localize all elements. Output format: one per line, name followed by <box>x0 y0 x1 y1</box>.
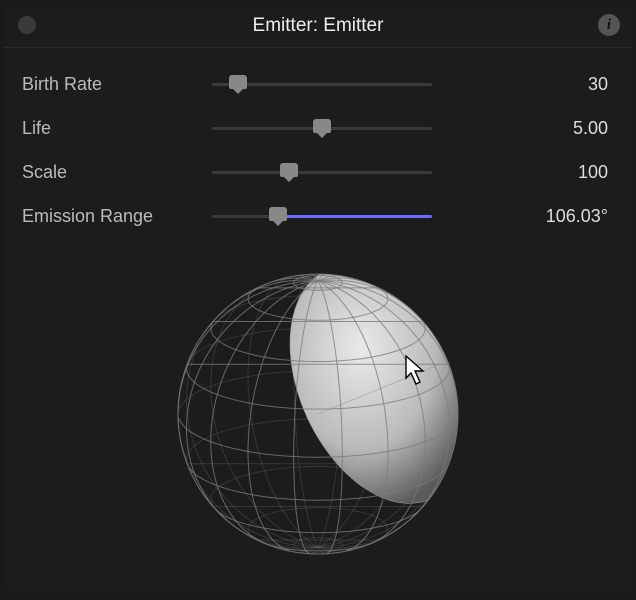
life-value[interactable]: 5.00 <box>432 118 614 139</box>
slider-thumb[interactable] <box>269 207 287 221</box>
emission-range-value[interactable]: 106.03° <box>432 206 614 227</box>
birth-rate-value[interactable]: 30 <box>432 74 614 95</box>
panel-header: Emitter: Emitter i <box>4 4 632 48</box>
param-label: Emission Range <box>22 206 212 227</box>
info-icon[interactable]: i <box>598 14 620 36</box>
param-label: Birth Rate <box>22 74 212 95</box>
emitter-hud-panel: Emitter: Emitter i Birth Rate 30 Life 5.… <box>4 4 632 592</box>
birth-rate-slider[interactable] <box>212 72 432 96</box>
emission-sphere-preview[interactable] <box>4 246 632 592</box>
window-dot-icon <box>18 16 36 34</box>
slider-thumb[interactable] <box>313 119 331 133</box>
parameter-list: Birth Rate 30 Life 5.00 Scale 100 E <box>4 48 632 246</box>
param-label: Life <box>22 118 212 139</box>
life-slider[interactable] <box>212 116 432 140</box>
param-row-life: Life 5.00 <box>22 106 614 150</box>
slider-thumb[interactable] <box>229 75 247 89</box>
param-row-birth-rate: Birth Rate 30 <box>22 62 614 106</box>
slider-thumb[interactable] <box>280 163 298 177</box>
emission-range-slider[interactable] <box>212 204 432 228</box>
panel-title: Emitter: Emitter <box>253 15 384 37</box>
param-row-scale: Scale 100 <box>22 150 614 194</box>
param-row-emission-range: Emission Range 106.03° <box>22 194 614 238</box>
scale-slider[interactable] <box>212 160 432 184</box>
slider-fill <box>278 215 432 218</box>
param-label: Scale <box>22 162 212 183</box>
scale-value[interactable]: 100 <box>432 162 614 183</box>
